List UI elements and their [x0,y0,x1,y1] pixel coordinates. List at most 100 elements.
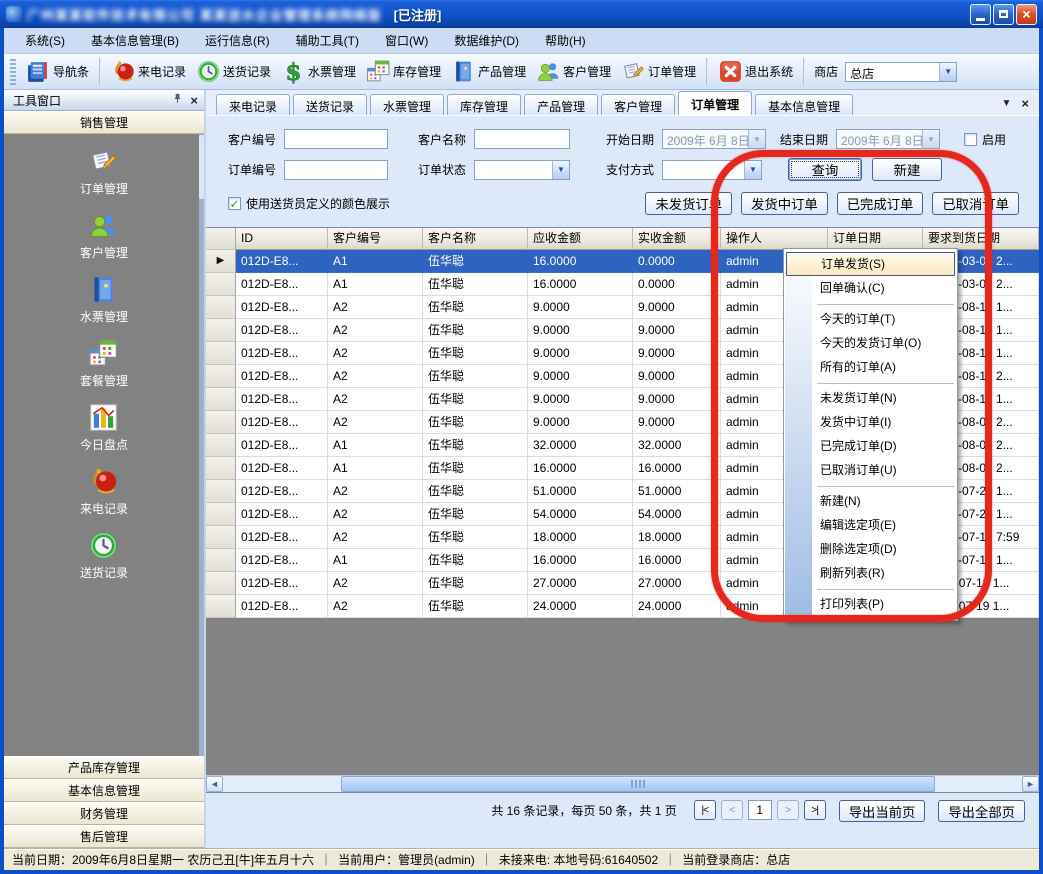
close-icon[interactable]: × [190,94,198,107]
context-menu-item[interactable]: 所有的订单(A) [784,356,957,380]
toolbar-button-exit[interactable]: 退出系统 [713,56,798,87]
context-menu-item[interactable]: 编辑选定项(E) [784,514,957,538]
menubar-item[interactable]: 基本信息管理(B) [78,28,192,53]
order-status-combobox[interactable]: ▼ [474,160,570,180]
shop-combobox[interactable]: 总店 ▼ [845,62,957,82]
tab-5[interactable]: 客户管理 [601,94,675,115]
sidebar-item-users[interactable]: 客户管理 [80,210,128,261]
horizontal-scrollbar[interactable]: ◄ ► [206,775,1039,792]
pin-icon[interactable] [172,93,183,107]
chevron-down-icon[interactable]: ▼ [939,63,956,81]
tab-close-icon[interactable]: × [1021,96,1029,111]
sidebar-section-bar[interactable]: 财务管理 [4,802,204,825]
context-menu-item[interactable]: 已完成订单(D) [784,435,957,459]
maximize-button[interactable] [993,4,1014,25]
tab-1[interactable]: 送货记录 [293,94,367,115]
tab-0[interactable]: 来电记录 [216,94,290,115]
row-selector[interactable] [206,411,236,434]
minimize-button[interactable] [970,4,991,25]
row-selector[interactable] [206,526,236,549]
toolbar-button-order[interactable]: 订单管理 [616,56,701,87]
context-menu-item[interactable]: 新建(N) [784,490,957,514]
status-filter-button[interactable]: 已取消订单 [932,192,1019,215]
row-selector[interactable] [206,457,236,480]
tab-4[interactable]: 产品管理 [524,94,598,115]
menubar-item[interactable]: 数据维护(D) [441,28,532,53]
toolbar-button-clock[interactable]: 送货记录 [191,56,276,87]
context-menu-item[interactable]: 今天的订单(T) [784,308,957,332]
start-date-picker[interactable]: 2009年 6月 8日 ▼ [662,129,766,149]
sidebar-item-clock[interactable]: 送货记录 [80,530,128,581]
customer-code-input[interactable] [284,129,388,149]
column-header-7[interactable]: 要求到货日期 [923,228,1039,250]
tab-2[interactable]: 水票管理 [370,94,444,115]
enable-checkbox[interactable] [964,133,977,146]
sidebar-item-chart[interactable]: 今日盘点 [80,402,128,453]
page-number-input[interactable]: 1 [748,800,772,820]
toolbar-grip[interactable] [10,59,16,85]
query-button[interactable]: 查询 [788,158,862,181]
row-selector[interactable] [206,434,236,457]
toolbar-button-bell[interactable]: 来电记录 [106,56,191,87]
context-menu-item[interactable]: 回单确认(C) [784,277,957,301]
context-menu-item[interactable]: 刷新列表(R) [784,562,957,586]
scrollbar-track[interactable] [223,776,1022,792]
scrollbar-thumb[interactable] [341,776,935,792]
context-menu-item[interactable]: 打印列表(P) [784,593,957,617]
row-selector[interactable] [206,480,236,503]
menubar-item[interactable]: 窗口(W) [372,28,441,53]
column-header-3[interactable]: 应收金额 [528,228,633,250]
toolbar-button-navbook[interactable]: 导航条 [21,56,94,87]
tab-3[interactable]: 库存管理 [447,94,521,115]
status-filter-button[interactable]: 未发货订单 [645,192,732,215]
menubar-item[interactable]: 运行信息(R) [192,28,283,53]
menubar-item[interactable]: 帮助(H) [532,28,599,53]
menubar-item[interactable]: 辅助工具(T) [283,28,372,53]
column-header-6[interactable]: 订单日期 [828,228,923,250]
sidebar-section-bar[interactable]: 售后管理 [4,825,204,848]
column-header-1[interactable]: 客户编号 [328,228,423,250]
next-page-button[interactable]: > [777,800,799,820]
column-header-0[interactable]: ID [236,228,328,250]
column-header-2[interactable]: 客户名称 [423,228,528,250]
sidebar-item-order[interactable]: 订单管理 [80,146,128,197]
row-selector[interactable] [206,388,236,411]
sidebar-section-sales[interactable]: 销售管理 [4,111,204,134]
row-selector[interactable] [206,273,236,296]
toolbar-button-calendar[interactable]: 库存管理 [361,56,446,87]
context-menu-item[interactable]: 删除选定项(D) [784,538,957,562]
context-menu-item[interactable]: 已取消订单(U) [784,459,957,483]
tab-7[interactable]: 基本信息管理 [755,94,853,115]
new-button[interactable]: 新建 [872,158,942,181]
pay-method-combobox[interactable]: ▼ [662,160,762,180]
row-selector[interactable]: ▶ [206,250,236,273]
chevron-down-icon[interactable]: ▼ [744,161,761,179]
sidebar-item-bluebook[interactable]: 水票管理 [80,274,128,325]
row-selector[interactable] [206,342,236,365]
order-code-input[interactable] [284,160,388,180]
last-page-button[interactable]: >| [804,800,826,820]
column-header-4[interactable]: 实收金额 [633,228,721,250]
context-menu-item[interactable]: 订单发货(S) [786,252,955,276]
toolbar-button-dollar[interactable]: $水票管理 [276,56,361,87]
titlebar[interactable]: 广州某某软件技术有限公司 某某送水企业管理系统网络版 [已注册] × [0,0,1043,28]
status-filter-button[interactable]: 发货中订单 [741,192,828,215]
scroll-left-icon[interactable]: ◄ [206,776,223,792]
scroll-right-icon[interactable]: ► [1022,776,1039,792]
row-selector[interactable] [206,365,236,388]
context-menu-item[interactable]: 今天的发货订单(O) [784,332,957,356]
chevron-down-icon[interactable]: ▼ [552,161,569,179]
sidebar-item-bell[interactable]: 来电记录 [80,466,128,517]
row-selector[interactable] [206,549,236,572]
row-selector[interactable] [206,319,236,342]
end-date-picker[interactable]: 2009年 6月 8日 ▼ [836,129,940,149]
export-current-page-button[interactable]: 导出当前页 [839,800,926,822]
row-selector[interactable] [206,296,236,319]
row-selector[interactable] [206,572,236,595]
menubar-item[interactable]: 系统(S) [12,28,78,53]
toolbar-button-users[interactable]: 客户管理 [531,56,616,87]
sidebar-section-bar[interactable]: 产品库存管理 [4,756,204,779]
context-menu-item[interactable]: 发货中订单(I) [784,411,957,435]
export-all-pages-button[interactable]: 导出全部页 [938,800,1025,822]
prev-page-button[interactable]: < [721,800,743,820]
